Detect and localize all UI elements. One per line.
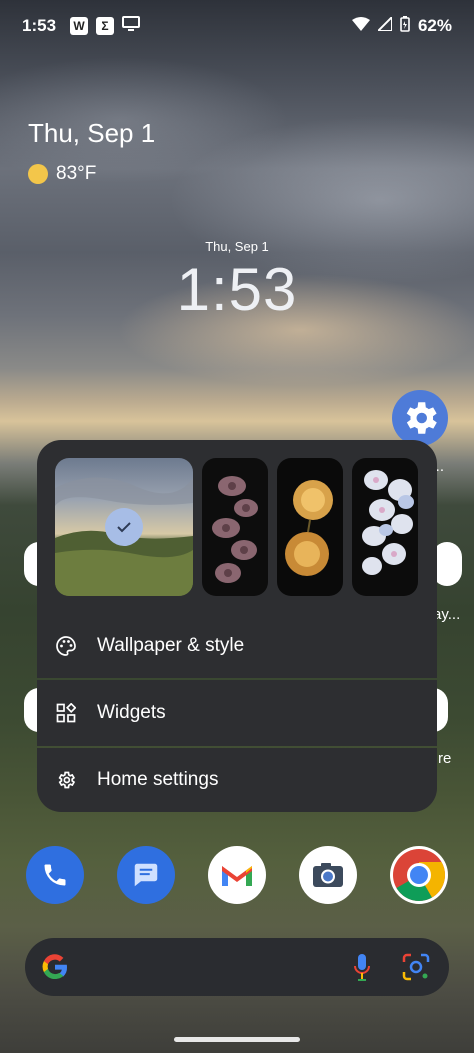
home-settings-label: Home settings: [97, 769, 219, 790]
phone-icon: [44, 864, 66, 886]
chrome-app-icon[interactable]: [390, 846, 448, 904]
wallpaper-thumbnail-yellow-flowers[interactable]: [277, 458, 343, 596]
status-right: 62%: [351, 14, 452, 37]
glance-date: Thu, Sep 1: [28, 118, 156, 148]
home-long-press-menu: Wallpaper & style Widgets Home settings: [37, 440, 437, 812]
chrome-icon: [393, 849, 445, 901]
partial-app-label-right-2: re: [438, 750, 452, 767]
word-notification-icon: W: [70, 17, 89, 35]
purple-flowers-image: [212, 476, 258, 583]
widgets-item[interactable]: Widgets: [37, 680, 437, 746]
wallpaper-thumbnail-current[interactable]: [55, 458, 193, 596]
gear-icon: [406, 402, 437, 434]
clock-time: 1:53: [176, 256, 298, 323]
battery-icon: [400, 15, 410, 37]
home-screen: { "status_bar": { "time": "1:53", "notif…: [0, 0, 474, 1053]
signal-icon: [375, 14, 393, 36]
selected-check-icon: [105, 508, 143, 546]
sigma-notification-icon: Σ: [96, 17, 115, 35]
white-flowers-image: [362, 470, 414, 575]
messages-icon: [134, 863, 158, 887]
wallpaper-thumbnail-purple-flowers[interactable]: [202, 458, 268, 596]
settings-app-icon[interactable]: [392, 390, 448, 446]
sun-icon: [28, 164, 48, 184]
partial-app-label-right: ay...: [433, 606, 461, 623]
wifi-icon: [351, 16, 370, 36]
messages-app-icon[interactable]: [117, 846, 175, 904]
palette-icon: [55, 635, 77, 657]
widgets-icon: [55, 702, 77, 724]
status-time: 1:53: [22, 16, 57, 35]
yellow-flowers-image: [285, 480, 333, 576]
gmail-icon: [222, 866, 252, 886]
widgets-label: Widgets: [97, 702, 166, 723]
wallpaper-and-style-item[interactable]: Wallpaper & style: [37, 626, 437, 666]
temperature: 83°F: [56, 163, 97, 184]
google-search-bar[interactable]: [25, 938, 449, 996]
weather-row: 83°F: [28, 163, 155, 185]
at-a-glance-widget[interactable]: Thu, Sep 1 83°F: [28, 118, 155, 185]
gesture-nav-handle[interactable]: [174, 1037, 300, 1042]
clock-date: Thu, Sep 1: [205, 239, 269, 254]
camera-app-icon[interactable]: [299, 846, 357, 904]
lens-icon[interactable]: [401, 952, 431, 987]
home-settings-item[interactable]: Home settings: [37, 748, 437, 812]
mic-icon[interactable]: [353, 953, 371, 988]
camera-icon: [313, 863, 343, 887]
wallpaper-and-style-label: Wallpaper & style: [97, 635, 245, 656]
google-icon[interactable]: [41, 953, 69, 986]
dock: [0, 846, 474, 904]
wallpaper-thumbnails: [55, 458, 421, 596]
phone-app-icon[interactable]: [26, 846, 84, 904]
battery-percent: 62%: [417, 16, 452, 35]
gmail-app-icon[interactable]: [208, 846, 266, 904]
screen-icon: [122, 15, 141, 37]
gear-icon: [55, 769, 77, 791]
status-bar: 1:53 W Σ 62%: [0, 0, 474, 52]
wallpaper-thumbnail-white-flowers[interactable]: [352, 458, 418, 596]
